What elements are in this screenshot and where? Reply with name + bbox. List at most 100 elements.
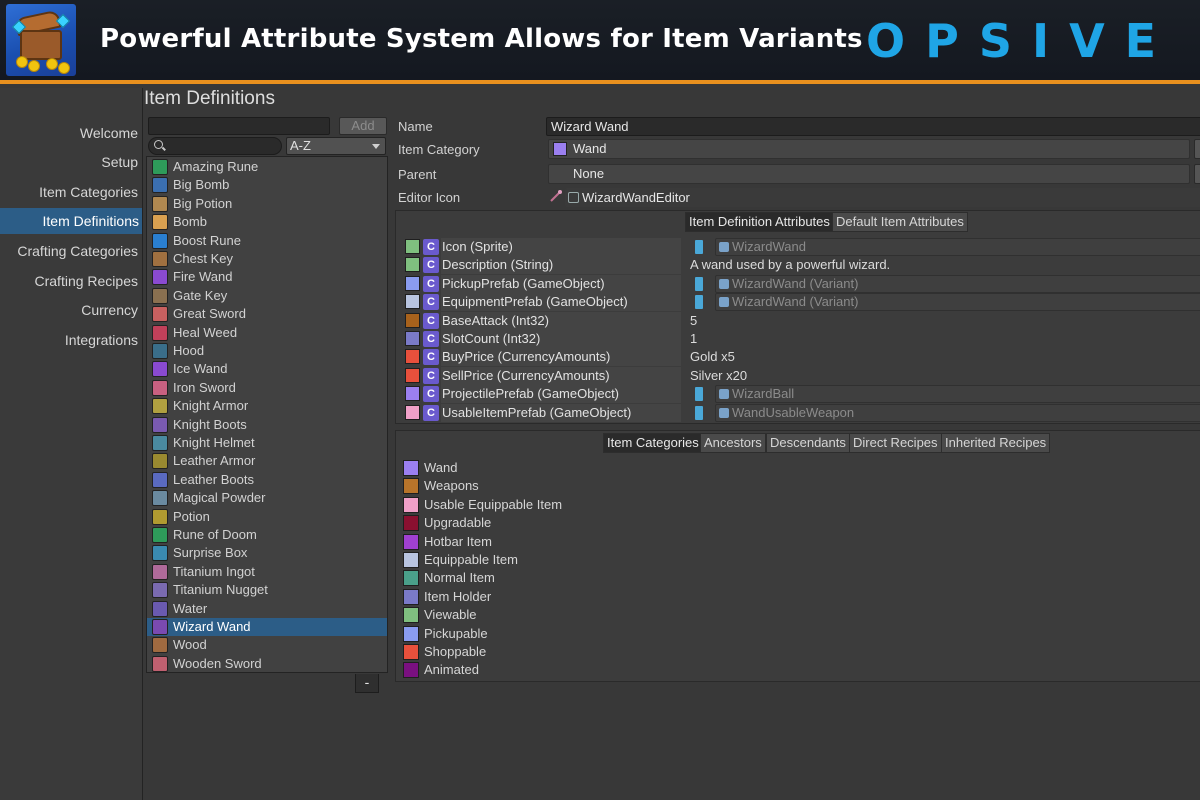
list-item[interactable]: Big Potion [147,195,387,213]
parent-field[interactable]: None [548,164,1190,184]
category-row[interactable]: Usable Equippable Item [400,496,562,514]
name-field[interactable]: Wizard Wand [546,117,1200,136]
tab-default-item-attributes[interactable]: Default Item Attributes [832,212,968,232]
list-item[interactable]: Wizard Wand [147,618,387,636]
list-item-label: Hood [173,343,205,358]
category-color-swatch [403,533,419,550]
search-input[interactable] [148,137,282,155]
list-item[interactable]: Wooden Sword [147,655,387,673]
list-item[interactable]: Potion [147,508,387,526]
list-item[interactable]: Iron Sword [147,379,387,397]
list-item-label: Wood [173,637,207,653]
editor-icon-field[interactable]: WizardWandEditor [565,188,1200,207]
attribute-color-swatch [405,294,420,310]
list-item[interactable]: Big Bomb [147,176,387,194]
tab-ancestors[interactable]: Ancestors [700,433,766,453]
tab-direct-recipes[interactable]: Direct Recipes [849,433,942,453]
sidebar-item-crafting-recipes[interactable]: Crafting Recipes [0,268,139,294]
category-label: Wand [424,460,458,475]
remove-button[interactable]: - [355,674,379,693]
object-reference-field[interactable]: WizardBall [715,385,1200,404]
sidebar-item-welcome[interactable]: Welcome [0,120,138,146]
list-item[interactable]: Chest Key [147,250,387,268]
list-item[interactable]: Knight Helmet [147,434,387,452]
category-color-swatch [403,662,419,679]
sidebar-item-item-definitions[interactable]: Item Definitions [0,208,142,234]
category-row[interactable]: Shoppable [400,643,486,661]
list-item[interactable]: Leather Boots [147,471,387,489]
category-label: Equippable Item [424,552,518,567]
category-color-swatch [403,644,419,660]
object-reference-field[interactable]: WandUsableWeapon [715,403,1200,422]
attribute-name: Icon (Sprite) [441,238,681,256]
item-definitions-list: Amazing Rune Big Bomb Big Potion Bomb Boost … [146,156,388,673]
category-row[interactable]: Hotbar Item [400,533,492,551]
category-row[interactable]: Animated [400,661,479,679]
attribute-name: SellPrice (CurrencyAmounts) [441,366,681,385]
category-row[interactable]: Wand [400,459,457,477]
list-item[interactable]: Knight Armor [147,397,387,415]
attribute-value[interactable]: Silver x20 [690,367,747,385]
object-reference-field[interactable]: WizardWand (Variant) [715,293,1200,312]
list-item[interactable]: Hood [147,342,387,360]
category-picker-button[interactable] [1194,139,1200,159]
object-reference-field[interactable]: WizardWand [715,238,1200,256]
category-row[interactable]: Weapons [400,477,479,495]
sidebar-item-setup[interactable]: Setup [0,149,138,175]
category-row[interactable]: Viewable [400,606,477,624]
tab-inherited-recipes[interactable]: Inherited Recipes [941,433,1051,453]
attribute-value[interactable]: A wand used by a powerful wizard. [690,256,890,274]
category-row[interactable]: Normal Item [400,569,495,587]
list-item[interactable]: Heal Weed [147,324,387,342]
list-item[interactable]: Titanium Nugget [147,581,387,599]
list-item[interactable]: Boost Rune [147,232,387,250]
object-reference-field[interactable]: WizardWand (Variant) [715,274,1200,293]
list-item[interactable]: Ice Wand [147,360,387,378]
list-item[interactable]: Bomb [147,213,387,231]
list-item[interactable]: Wood [147,636,387,654]
list-item[interactable]: Water [147,600,387,618]
category-row[interactable]: Upgradable [400,514,491,532]
list-item[interactable]: Surprise Box [147,544,387,562]
attribute-row: C BuyPrice (CurrencyAmounts) Gold x5 [400,348,1200,367]
sort-dropdown[interactable]: A-Z [286,137,386,155]
list-item[interactable]: Rune of Doom [147,526,387,544]
parent-picker-button[interactable] [1194,164,1200,184]
sidebar-item-currency[interactable]: Currency [0,297,138,323]
category-row[interactable]: Equippable Item [400,551,518,569]
list-item[interactable]: Amazing Rune [147,158,387,176]
attribute-row: C PickupPrefab (GameObject) WizardWand (Va… [400,274,1200,293]
banner: Powerful Attribute System Allows for Ite… [0,0,1200,84]
attribute-value[interactable]: 5 [690,312,697,330]
attribute-value[interactable]: Gold x5 [690,348,735,366]
list-item[interactable]: Great Sword [147,305,387,323]
tab-item-definition-attributes[interactable]: Item Definition Attributes [685,212,834,232]
list-item[interactable]: Gate Key [147,287,387,305]
attribute-value[interactable]: 1 [690,330,697,348]
category-row[interactable]: Pickupable [400,625,488,643]
item-icon [152,490,168,507]
category-color-swatch [553,142,567,156]
attribute-name: SlotCount (Int32) [441,330,681,348]
category-row[interactable]: Item Holder [400,588,491,606]
add-button[interactable]: Add [339,117,387,135]
list-item-label: Iron Sword [173,379,236,395]
list-item-label: Leather Armor [173,453,256,469]
attribute-color-swatch [405,239,420,254]
sidebar-item-integrations[interactable]: Integrations [0,327,138,353]
item-category-field[interactable]: Wand [548,139,1190,159]
tab-item-categories[interactable]: Item Categories [603,433,703,453]
sidebar-item-item-categories[interactable]: Item Categories [0,179,138,205]
list-item[interactable]: Fire Wand [147,268,387,286]
new-item-name-input[interactable] [148,117,330,135]
search-icon [154,140,163,149]
tab-descendants[interactable]: Descendants [766,433,850,453]
list-item-label: Big Potion [173,195,233,211]
attribute-value: WizardBall [732,386,795,402]
list-item[interactable]: Leather Armor [147,452,387,470]
sidebar-item-crafting-categories[interactable]: Crafting Categories [0,238,138,264]
name-label: Name [398,119,433,134]
list-item[interactable]: Knight Boots [147,416,387,434]
list-item[interactable]: Magical Powder [147,489,387,507]
list-item[interactable]: Titanium Ingot [147,563,387,581]
